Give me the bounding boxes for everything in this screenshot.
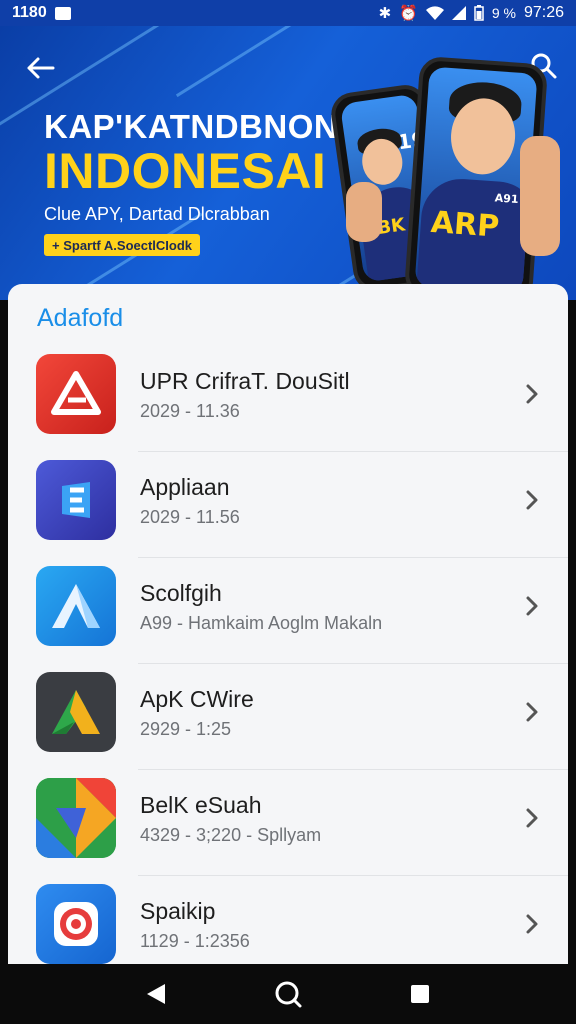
hero-title-line2: INDONESAI [44, 143, 327, 199]
triangle-back-icon [147, 984, 165, 1004]
list-item[interactable]: UPR CrifraT. DouSitl 2029 - 11.36 [8, 346, 568, 452]
notification-icon [54, 6, 71, 20]
nav-home-button[interactable] [266, 972, 310, 1016]
app-subtitle: 1129 - 1:2356 [140, 931, 250, 951]
chevron-right-icon [518, 800, 546, 836]
wifi-icon [425, 6, 444, 20]
list-item[interactable]: ApK CWire 2929 - 1:25 [8, 664, 568, 770]
hand-illustration [520, 136, 560, 256]
app-list-card: Adafofd UPR CrifraT. DouSitl 2029 - 11.3… [8, 284, 568, 974]
back-button[interactable] [20, 50, 60, 86]
signal-icon [451, 6, 466, 20]
section-title: Adafofd [37, 304, 124, 332]
app-title: Appliaan [140, 474, 230, 500]
status-bar: 1180 ✱ ⏰ 9 % 97:26 [0, 0, 576, 26]
app-subtitle: A99 - Hamkaim Aoglm Makaln [140, 613, 383, 633]
hero-subtitle: Clue APY, Dartad Dlcrabban [44, 204, 270, 224]
home-circle-icon [275, 981, 302, 1008]
blue-a-triangle-icon [36, 566, 116, 646]
green-yellow-triangle-icon [36, 672, 116, 752]
list-item[interactable]: BelK eSuah 4329 - 3;220 - Spllyam [8, 770, 568, 876]
app-title: Scolfgih [140, 580, 222, 606]
chevron-right-icon [518, 694, 546, 730]
hero-title-line1: KAP'KATNDBNONI [44, 108, 348, 145]
app-subtitle: 2029 - 11.56 [140, 507, 240, 527]
app-title: ApK CWire [140, 686, 254, 712]
chevron-right-icon [518, 588, 546, 624]
battery-icon [474, 5, 484, 21]
phone-right-shirt-text: ARP [429, 205, 501, 245]
app-title: BelK eSuah [140, 792, 262, 818]
decor-stripe [175, 26, 365, 98]
app-subtitle: 4329 - 3;220 - Spllyam [140, 825, 322, 845]
list-item[interactable]: Scolfgih A99 - Hamkaim Aoglm Makaln [8, 558, 568, 664]
bluetooth-icon: ✱ [378, 4, 392, 22]
system-nav-bar [0, 964, 576, 1024]
list-item[interactable]: Spaikip 1129 - 1:2356 [8, 876, 568, 974]
phone-right-small-text: A91 [494, 191, 520, 207]
app-subtitle: 2029 - 11.36 [140, 401, 240, 421]
chevron-right-icon [518, 376, 546, 412]
red-a-logo-icon [36, 354, 116, 434]
app-title: Spaikip [140, 898, 216, 924]
hand-illustration [346, 182, 382, 242]
nav-recents-button[interactable] [398, 972, 442, 1016]
alarm-icon: ⏰ [399, 4, 418, 22]
colorful-geometric-icon [36, 778, 116, 858]
status-time: 1180 [12, 4, 47, 21]
chevron-right-icon [518, 482, 546, 518]
battery-percent: 9 % [491, 5, 516, 21]
status-clock: 97:26 [523, 4, 564, 21]
hero-tag-badge[interactable]: + Spartf A.SoectlCIodk [44, 234, 201, 256]
square-recents-icon [411, 985, 429, 1003]
blue-3d-e-icon [36, 460, 116, 540]
red-target-icon [36, 884, 116, 964]
list-item[interactable]: Appliaan 2029 - 11.56 [8, 452, 568, 558]
chevron-right-icon [518, 906, 546, 942]
nav-back-button[interactable] [134, 972, 178, 1016]
app-subtitle: 2929 - 1:25 [140, 719, 232, 739]
back-arrow-icon [27, 57, 55, 79]
hero-banner: KAP'KATNDBNONI INDONESAI Clue APY, Darta… [0, 26, 576, 300]
app-title: UPR CrifraT. DouSitl [140, 368, 350, 394]
